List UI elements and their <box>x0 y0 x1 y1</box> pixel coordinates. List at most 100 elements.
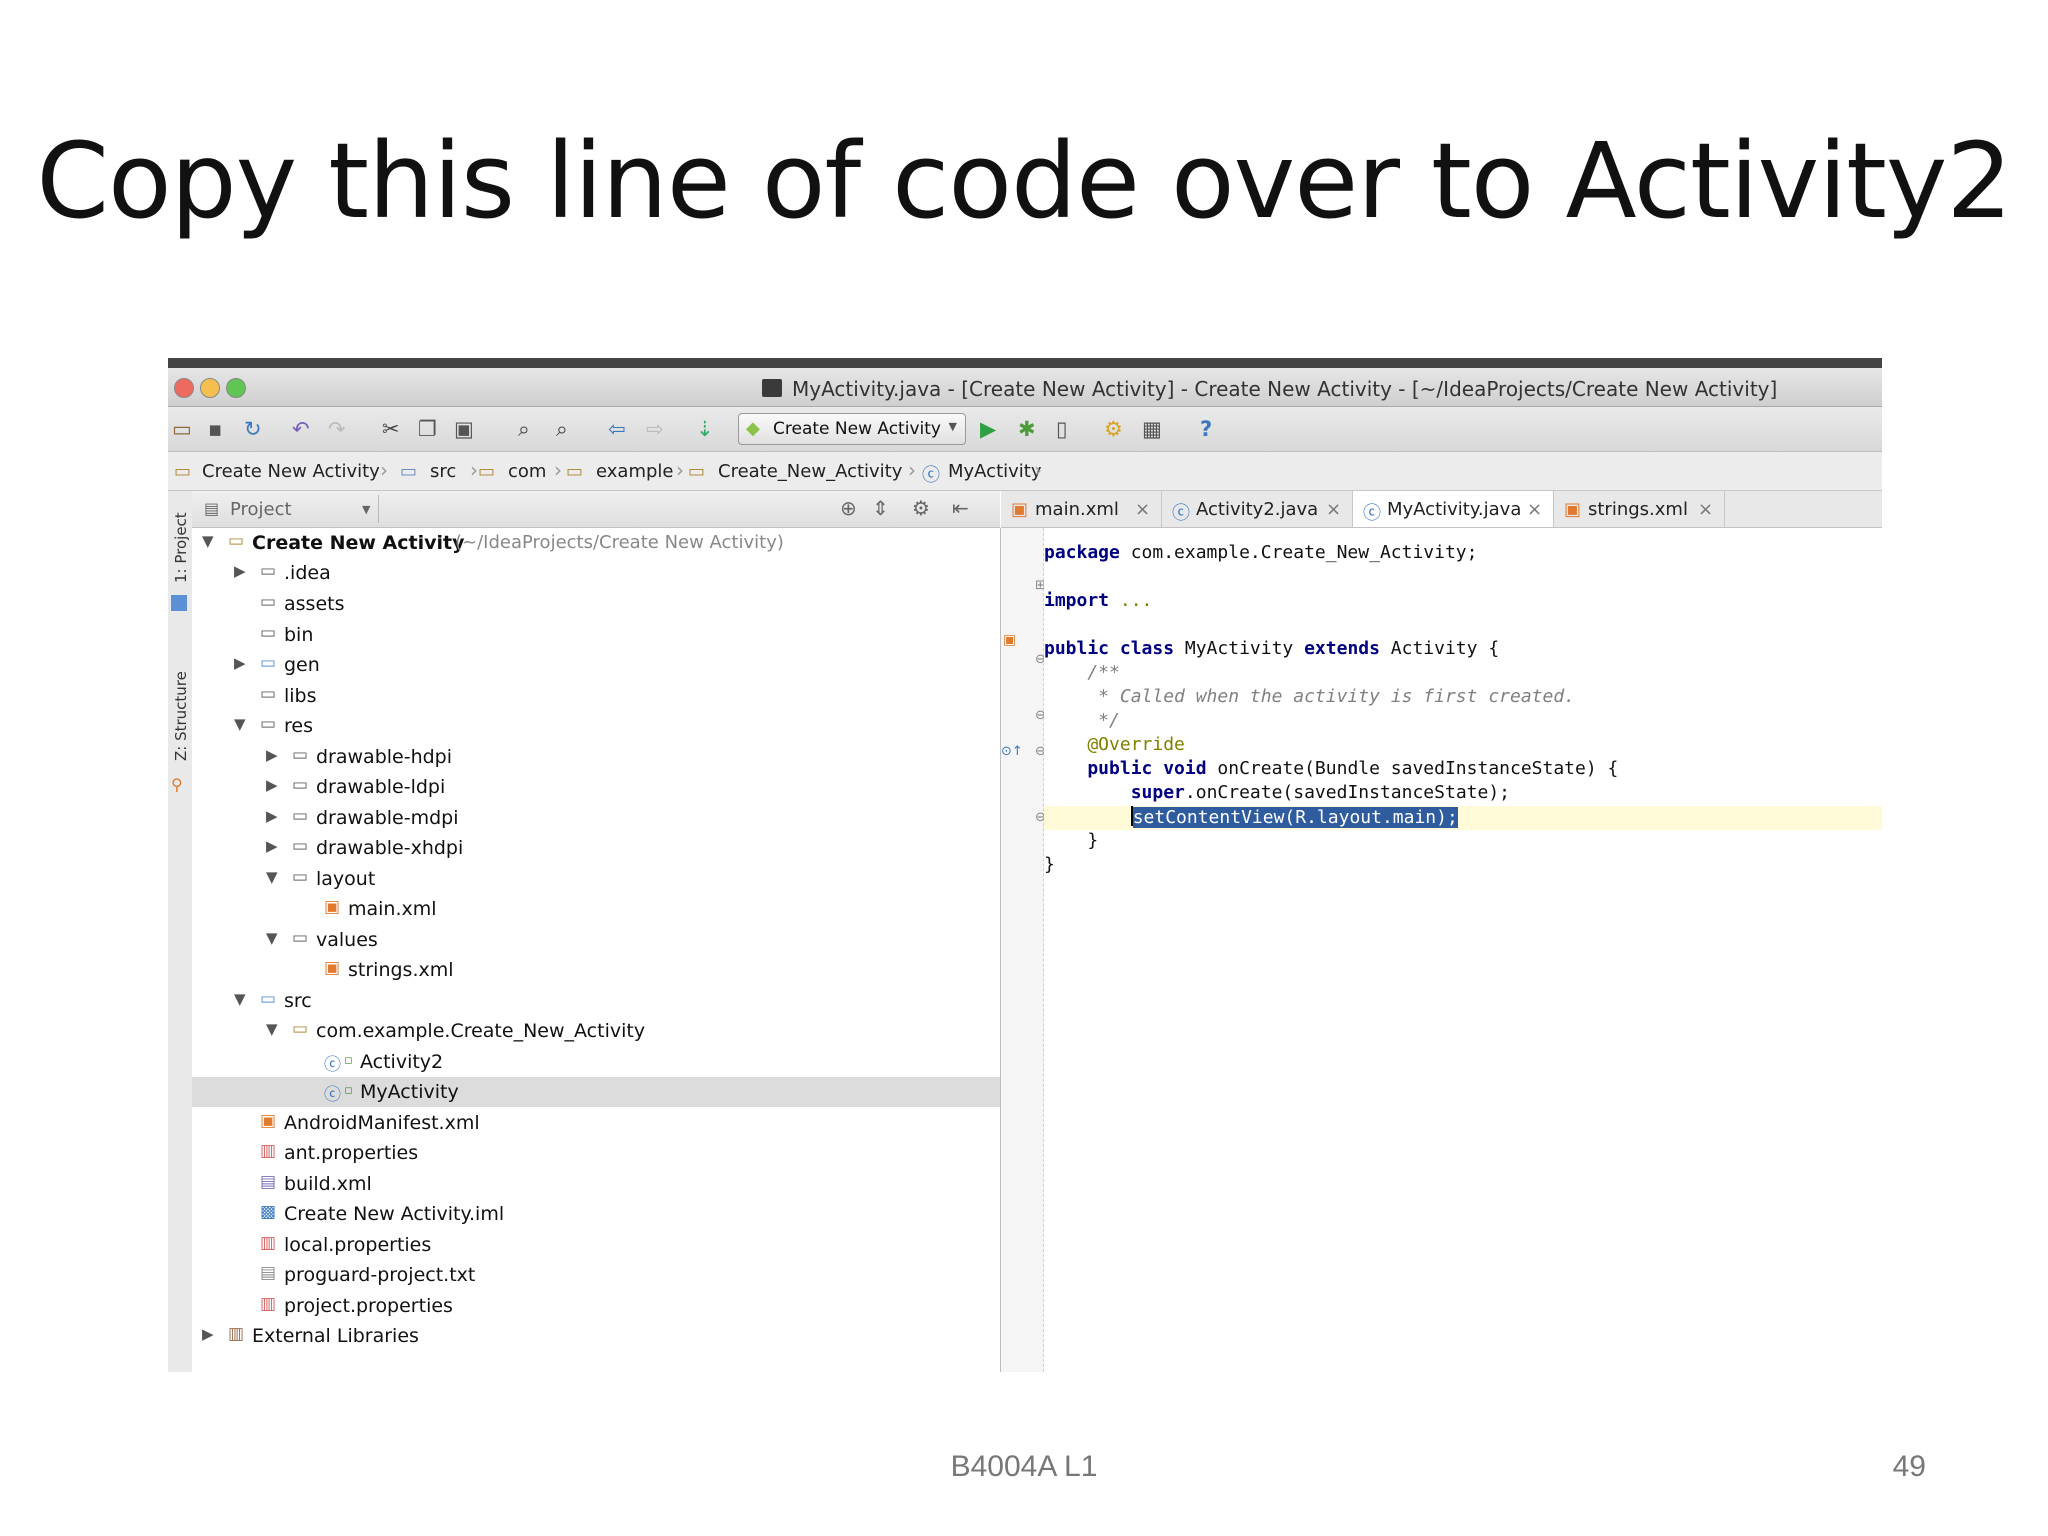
tree-item[interactable]: ▶ ▭ drawable-mdpi <box>192 803 1000 833</box>
scroll-from-source-icon[interactable]: ⊕ <box>840 496 857 520</box>
chevron-down-icon: ▼ <box>948 420 957 433</box>
close-tab-icon[interactable]: × <box>1326 499 1341 520</box>
tree-item[interactable]: ⓒ ▫ Activity2 <box>192 1047 1000 1077</box>
tab-main-xml[interactable]: ▣ main.xml × <box>1001 491 1162 527</box>
gear-icon[interactable]: ⚙ <box>912 496 930 520</box>
close-window-button[interactable] <box>174 378 194 398</box>
project-tool-tab[interactable]: 1: Project <box>172 512 190 583</box>
collapsed-arrow-icon[interactable]: ▶ <box>202 1325 214 1343</box>
tree-item[interactable]: ▶ ▥ External Libraries <box>192 1321 1000 1351</box>
breadcrumb-item[interactable]: Create_New_Activity <box>718 461 902 482</box>
expanded-arrow-icon[interactable]: ▼ <box>266 1020 278 1038</box>
selected-code[interactable]: setContentView(R.layout.main); <box>1132 807 1458 828</box>
find-icon[interactable]: ⌕ <box>518 416 530 442</box>
expanded-arrow-icon[interactable]: ▼ <box>266 929 278 947</box>
cut-icon[interactable]: ✂ <box>382 416 400 442</box>
tree-item[interactable]: ▥ ant.properties <box>192 1138 1000 1168</box>
project-structure-icon[interactable]: ▦ <box>1142 416 1162 442</box>
hide-panel-icon[interactable]: ⇤ <box>952 496 969 520</box>
tree-item[interactable]: ▶ ▭ .idea <box>192 558 1000 588</box>
tree-item[interactable]: ⓒ ▫ MyActivity <box>192 1077 1000 1107</box>
close-tab-icon[interactable]: × <box>1698 499 1713 520</box>
tab-myactivity-java[interactable]: ⓒ MyActivity.java × <box>1353 491 1554 527</box>
collapse-all-icon[interactable]: ⇕ <box>872 496 889 520</box>
tree-item-label: drawable-hdpi <box>316 746 453 768</box>
tree-item[interactable]: ▭ assets <box>192 589 1000 619</box>
close-tab-icon[interactable]: × <box>1527 499 1542 520</box>
redo-icon[interactable]: ↷ <box>328 416 346 442</box>
tree-item[interactable]: ▭ libs <box>192 681 1000 711</box>
expanded-arrow-icon[interactable]: ▼ <box>234 990 246 1008</box>
device-icon[interactable]: ▯ <box>1056 416 1068 442</box>
structure-tool-tab[interactable]: Z: Structure <box>172 671 190 761</box>
undo-icon[interactable]: ↶ <box>292 416 310 442</box>
help-icon[interactable]: ? <box>1200 416 1212 442</box>
tree-item[interactable]: ▼ ▭ layout <box>192 864 1000 894</box>
sync-icon[interactable]: ↻ <box>244 416 262 442</box>
close-tab-icon[interactable]: × <box>1135 499 1150 520</box>
paste-icon[interactable]: ▣ <box>454 416 474 442</box>
folder-icon: ▭ <box>292 928 309 948</box>
tree-item[interactable]: ▼ ▭ res <box>192 711 1000 741</box>
tree-item[interactable]: ▤ build.xml <box>192 1169 1000 1199</box>
tree-item[interactable]: ▣ AndroidManifest.xml <box>192 1108 1000 1138</box>
breadcrumb-item[interactable]: Create New Activity <box>202 461 380 482</box>
copy-icon[interactable]: ❐ <box>418 416 437 442</box>
run-configuration-select[interactable]: ◆ Create New Activity ▼ <box>738 413 966 445</box>
collapsed-arrow-icon[interactable]: ▶ <box>266 776 278 794</box>
collapsed-arrow-icon[interactable]: ▶ <box>234 654 246 672</box>
tree-item[interactable]: ▶ ▭ gen <box>192 650 1000 680</box>
collapsed-arrow-icon[interactable]: ▶ <box>266 807 278 825</box>
override-gutter-icon[interactable]: ⊙↑ <box>1001 744 1023 759</box>
tab-strings-xml[interactable]: ▣ strings.xml × <box>1554 491 1725 527</box>
forward-icon[interactable]: ⇨ <box>646 416 664 442</box>
collapsed-arrow-icon[interactable]: ▶ <box>234 562 246 580</box>
save-icon[interactable]: ▪ <box>208 416 222 442</box>
make-project-icon[interactable]: ⇣ <box>696 416 714 442</box>
breadcrumb-item[interactable]: src <box>430 461 456 482</box>
tree-item[interactable]: ▶ ▭ drawable-ldpi <box>192 772 1000 802</box>
tree-item[interactable]: ▼ ▭ values <box>192 925 1000 955</box>
code-editor[interactable]: package com.example.Create_New_Activity;… <box>1044 528 1882 1372</box>
layout-gutter-icon[interactable]: ▣ <box>1003 632 1016 648</box>
tree-item-label: layout <box>316 868 376 890</box>
breadcrumb-item[interactable]: MyActivity <box>948 461 1042 482</box>
tab-activity2-java[interactable]: ⓒ Activity2.java × <box>1162 491 1353 527</box>
tree-item[interactable]: ▶ ▭ drawable-xhdpi <box>192 833 1000 863</box>
replace-icon[interactable]: ⌕ <box>556 416 568 442</box>
tree-item-label: External Libraries <box>252 1325 419 1347</box>
tree-item[interactable]: ▤ proguard-project.txt <box>192 1260 1000 1290</box>
expanded-arrow-icon[interactable]: ▼ <box>202 532 214 550</box>
back-icon[interactable]: ⇦ <box>608 416 626 442</box>
class-icon: ⓒ <box>1172 503 1190 524</box>
generated-folder-icon: ▭ <box>260 653 277 673</box>
tree-item[interactable]: ▶ ▭ drawable-hdpi <box>192 742 1000 772</box>
zoom-window-button[interactable] <box>226 378 246 398</box>
tree-item[interactable]: ▥ local.properties <box>192 1230 1000 1260</box>
tree-item[interactable]: ▭ bin <box>192 620 1000 650</box>
project-view-select[interactable]: Project <box>230 499 292 520</box>
expanded-arrow-icon[interactable]: ▼ <box>266 868 278 886</box>
settings-icon[interactable]: ⚙ <box>1104 416 1123 442</box>
tree-item[interactable]: ▣ main.xml <box>192 894 1000 924</box>
window-title: MyActivity.java - [Create New Activity] … <box>792 377 1778 401</box>
debug-icon[interactable]: ✱ <box>1018 416 1036 442</box>
collapsed-arrow-icon[interactable]: ▶ <box>266 746 278 764</box>
tree-item[interactable]: ▼ ▭ com.example.Create_New_Activity <box>192 1016 1000 1046</box>
class-icon: ⓒ <box>324 1055 341 1075</box>
open-icon[interactable]: ▭ <box>172 416 192 442</box>
tree-item[interactable]: ▥ project.properties <box>192 1291 1000 1321</box>
breadcrumb-item[interactable]: example <box>596 461 673 482</box>
breadcrumb-separator: › <box>380 458 388 482</box>
project-panel-header: ▤ Project ▼ ⊕ ⇕ ⚙ ⇤ <box>192 491 1000 528</box>
tree-root[interactable]: ▼ ▭ Create New Activity (~/IdeaProjects/… <box>192 528 1000 558</box>
minimize-window-button[interactable] <box>200 378 220 398</box>
collapsed-arrow-icon[interactable]: ▶ <box>266 837 278 855</box>
tree-item[interactable]: ▣ strings.xml <box>192 955 1000 985</box>
code-line: public class MyActivity extends Activity… <box>1044 638 1882 662</box>
breadcrumb-item[interactable]: com <box>508 461 546 482</box>
expanded-arrow-icon[interactable]: ▼ <box>234 715 246 733</box>
tree-item[interactable]: ▼ ▭ src <box>192 986 1000 1016</box>
run-icon[interactable]: ▶ <box>980 416 996 442</box>
tree-item[interactable]: ▩ Create New Activity.iml <box>192 1199 1000 1229</box>
